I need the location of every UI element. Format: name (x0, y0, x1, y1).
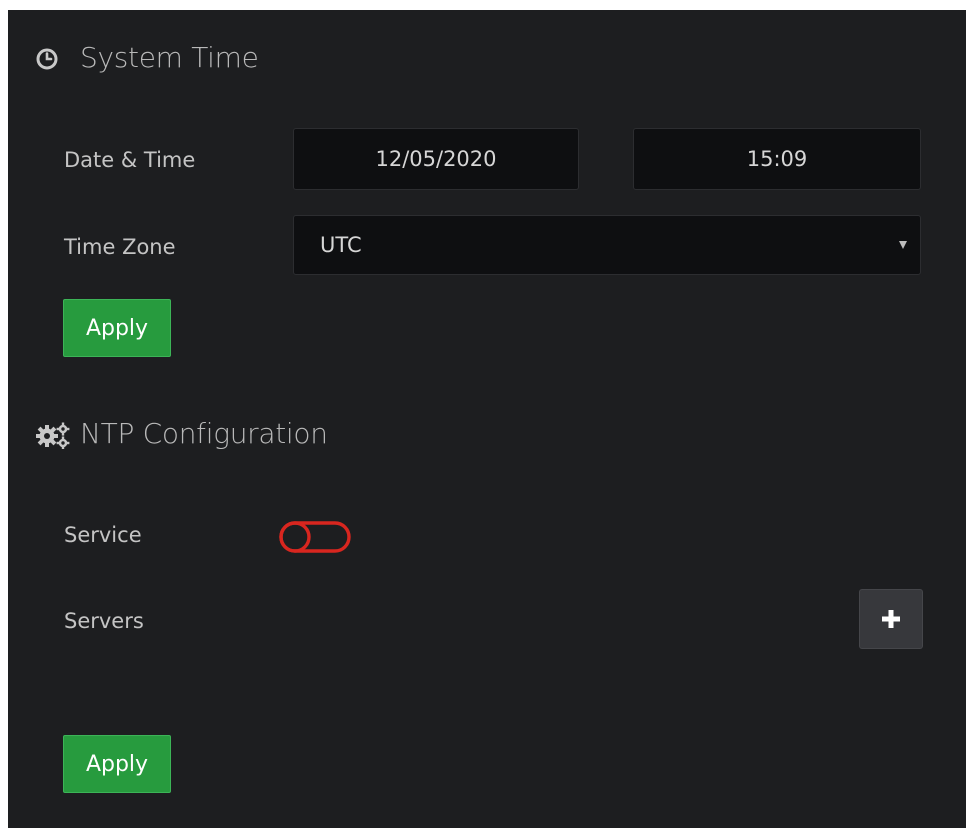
time-zone-select[interactable]: UTC (293, 215, 921, 275)
time-zone-label: Time Zone (64, 235, 176, 259)
dropdown-caret-icon (899, 241, 907, 249)
clock-icon (36, 48, 58, 70)
date-input[interactable]: 12/05/2020 (293, 128, 579, 190)
time-zone-value: UTC (320, 233, 362, 257)
time-input[interactable]: 15:09 (633, 128, 921, 190)
service-toggle[interactable] (279, 520, 351, 558)
gears-icon (35, 421, 71, 449)
service-label: Service (64, 523, 142, 547)
system-time-title: System Time (80, 41, 259, 74)
ntp-configuration-title: NTP Configuration (80, 417, 328, 450)
settings-panel: System Time Date & Time 12/05/2020 15:09… (8, 10, 966, 828)
add-server-button[interactable] (859, 589, 923, 649)
date-value: 12/05/2020 (375, 147, 497, 171)
system-time-apply-button[interactable]: Apply (63, 299, 171, 357)
plus-icon (882, 610, 900, 628)
date-time-label: Date & Time (64, 148, 196, 172)
ntp-apply-button[interactable]: Apply (63, 735, 171, 793)
servers-label: Servers (64, 609, 144, 633)
time-value: 15:09 (746, 147, 808, 171)
